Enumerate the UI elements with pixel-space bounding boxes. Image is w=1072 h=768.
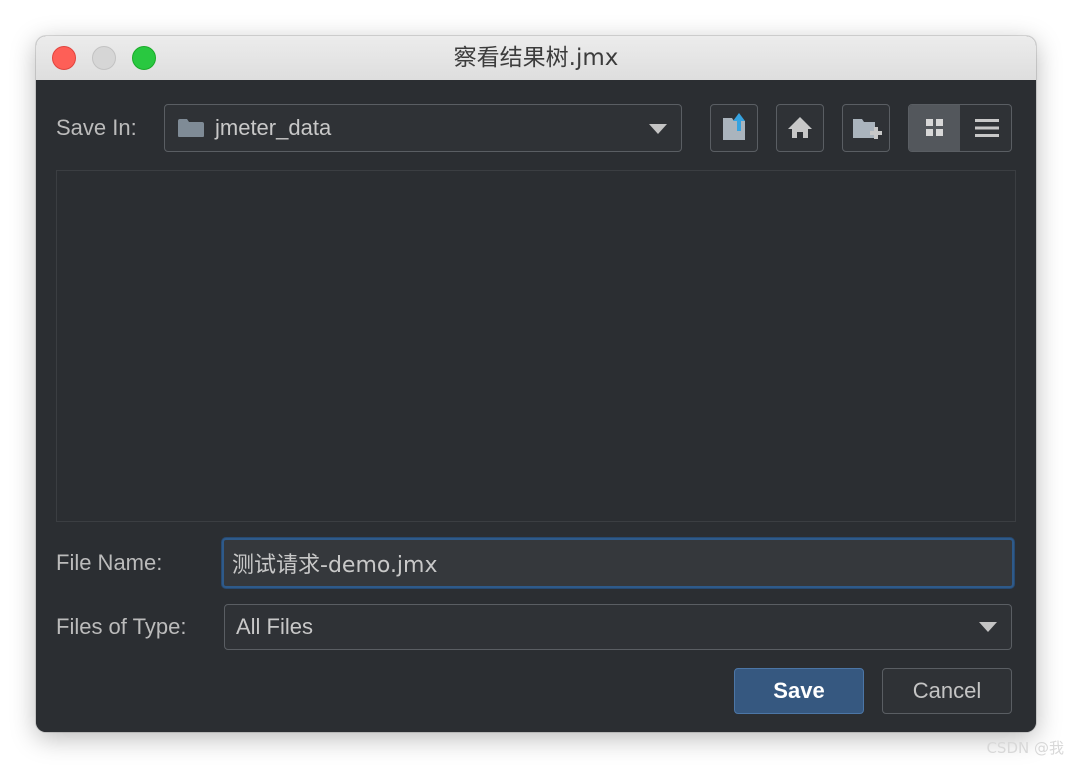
grid-view-button[interactable] [909,105,960,151]
up-one-level-button[interactable] [710,104,758,152]
cancel-button[interactable]: Cancel [882,668,1012,714]
save-button[interactable]: Save [734,668,864,714]
save-in-value: jmeter_data [215,115,332,140]
files-of-type-label: Files of Type: [56,614,187,639]
file-list-pane[interactable] [56,170,1016,522]
watermark-text: CSDN @我 [986,739,1064,757]
list-view-icon [975,119,999,137]
list-view-button[interactable] [961,105,1011,151]
view-mode-toggle [908,104,1012,152]
chevron-down-icon [649,124,667,134]
chevron-down-icon [979,622,997,632]
file-type-value: All Files [236,614,314,639]
title-bar[interactable]: 察看结果树.jmx [36,36,1036,81]
save-in-label: Save In: [56,115,137,140]
dialog-body: Save In: jmeter_data File Name: 测试请求-dem… [36,80,1036,732]
save-in-dropdown[interactable]: jmeter_data [164,104,682,152]
save-dialog-window: 察看结果树.jmx Save In: jmeter_data File Name… [36,36,1036,732]
home-button[interactable] [776,104,824,152]
folder-icon [178,119,204,137]
up-folder-icon [723,113,745,140]
create-new-folder-button[interactable] [842,104,890,152]
window-title: 察看结果树.jmx [453,45,619,71]
file-type-dropdown[interactable]: All Files [224,604,1012,650]
grid-view-icon [926,119,943,136]
home-icon [788,117,812,138]
new-folder-icon [853,119,882,139]
file-name-input[interactable] [222,538,1014,588]
file-name-label: File Name: [56,550,163,575]
